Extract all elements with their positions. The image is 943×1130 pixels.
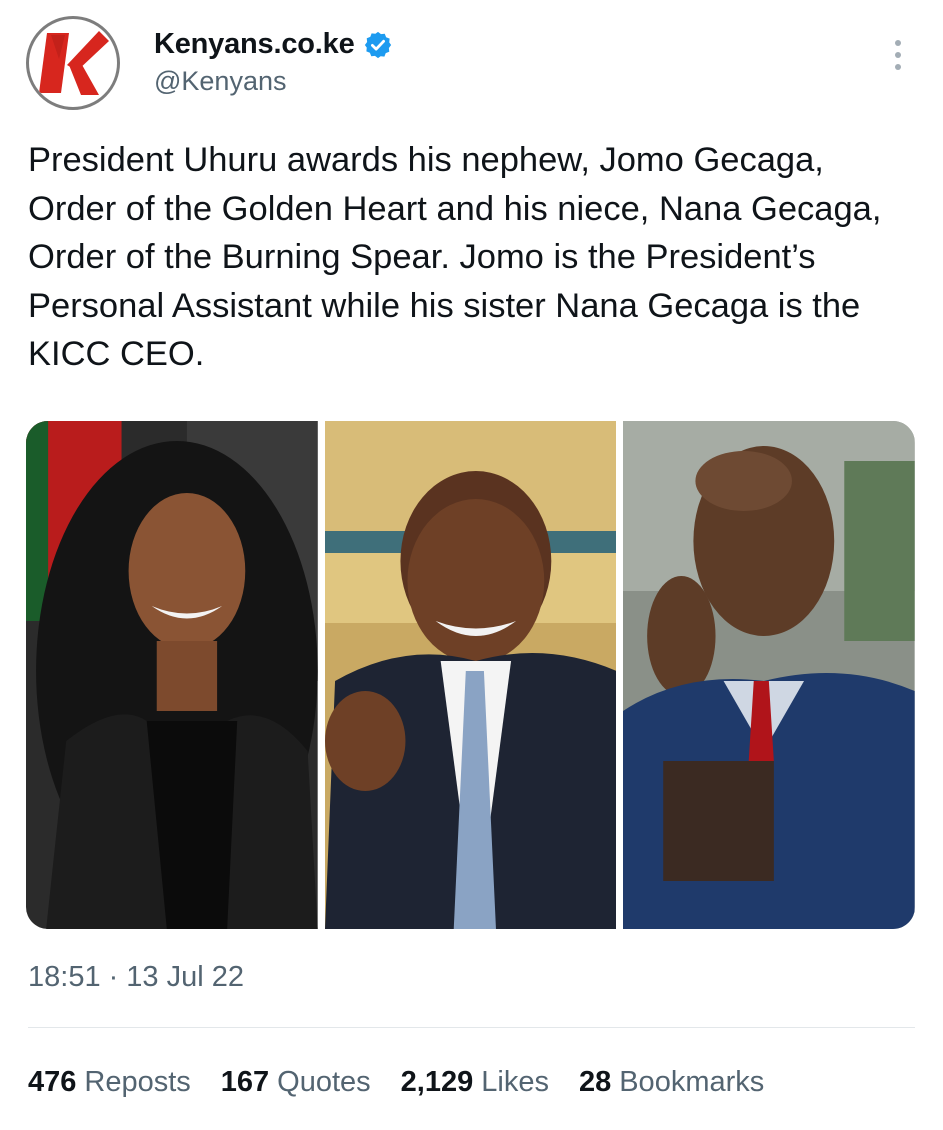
photo-president-portrait[interactable]	[324, 421, 617, 929]
avatar[interactable]	[26, 16, 120, 110]
kenyans-k-logo-icon	[39, 31, 109, 95]
reposts-count: 476	[28, 1066, 77, 1098]
more-options-icon[interactable]	[884, 38, 912, 72]
tweet-date: 13 Jul 22	[126, 961, 244, 993]
divider	[28, 1027, 915, 1028]
bookmarks-label: Bookmarks	[619, 1066, 765, 1098]
tweet-header: Kenyans.co.ke @Kenyans	[26, 16, 916, 116]
verified-badge-icon	[363, 30, 393, 60]
photo-woman-portrait[interactable]	[26, 421, 318, 929]
photo-man-on-phone[interactable]	[623, 421, 915, 929]
tweet-timestamp[interactable]: 18:51 · 13 Jul 22	[28, 961, 244, 994]
tweet-time: 18:51	[28, 961, 101, 993]
user-handle[interactable]: @Kenyans	[154, 66, 286, 97]
likes-label: Likes	[481, 1066, 549, 1098]
bookmarks-stat[interactable]: 28 Bookmarks	[579, 1066, 764, 1099]
likes-stat[interactable]: 2,129 Likes	[401, 1066, 549, 1099]
quotes-stat[interactable]: 167 Quotes	[221, 1066, 371, 1099]
reposts-stat[interactable]: 476 Reposts	[28, 1066, 191, 1099]
timestamp-separator: ·	[108, 961, 119, 993]
tweet-media[interactable]	[26, 421, 915, 929]
quotes-count: 167	[220, 1066, 270, 1098]
reposts-label: Reposts	[84, 1066, 191, 1098]
quotes-label: Quotes	[277, 1066, 371, 1098]
tweet-text: President Uhuru awards his nephew, Jomo …	[28, 141, 882, 373]
likes-count: 2,129	[400, 1066, 474, 1098]
bookmarks-count: 28	[578, 1066, 612, 1098]
engagement-stats: 476 Reposts 167 Quotes 2,129 Likes 28 Bookma…	[28, 1066, 794, 1099]
display-name[interactable]: Kenyans.co.ke	[154, 28, 355, 61]
